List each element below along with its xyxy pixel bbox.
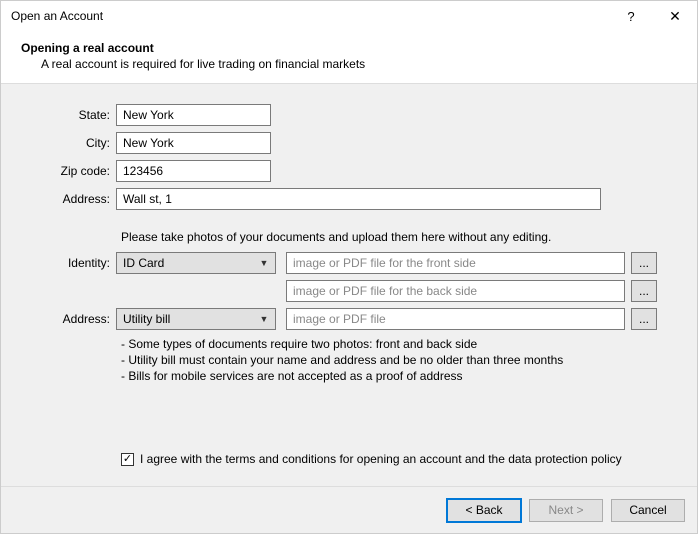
docs-instruction: Please take photos of your documents and… bbox=[121, 230, 657, 244]
city-input[interactable] bbox=[116, 132, 271, 154]
address-doc-browse-button[interactable]: ... bbox=[631, 308, 657, 330]
address-label: Address: bbox=[41, 192, 116, 206]
window-title: Open an Account bbox=[11, 9, 609, 23]
address-doc-label: Address: bbox=[41, 312, 116, 326]
chevron-down-icon: ▼ bbox=[259, 314, 269, 324]
header: Opening a real account A real account is… bbox=[1, 31, 697, 83]
chevron-down-icon: ▼ bbox=[259, 258, 269, 268]
agree-row: ✓ I agree with the terms and conditions … bbox=[121, 452, 622, 466]
agree-label: I agree with the terms and conditions fo… bbox=[140, 452, 622, 466]
docs-note-1: - Some types of documents require two ph… bbox=[121, 336, 657, 352]
page-subtitle: A real account is required for live trad… bbox=[21, 57, 677, 71]
address-doc-file-input[interactable]: image or PDF file bbox=[286, 308, 625, 330]
titlebar: Open an Account ? ✕ bbox=[1, 1, 697, 31]
address-doc-select-value: Utility bill bbox=[123, 312, 259, 326]
close-button[interactable]: ✕ bbox=[653, 1, 697, 31]
zip-input[interactable] bbox=[116, 160, 271, 182]
identity-back-file-input[interactable]: image or PDF file for the back side bbox=[286, 280, 625, 302]
help-button[interactable]: ? bbox=[609, 1, 653, 31]
cancel-button[interactable]: Cancel bbox=[611, 499, 685, 522]
form-body: State: City: Zip code: Address: Please t… bbox=[1, 83, 697, 487]
state-label: State: bbox=[41, 108, 116, 122]
zip-label: Zip code: bbox=[41, 164, 116, 178]
identity-back-browse-button[interactable]: ... bbox=[631, 280, 657, 302]
identity-front-browse-button[interactable]: ... bbox=[631, 252, 657, 274]
agree-checkbox[interactable]: ✓ bbox=[121, 453, 134, 466]
city-label: City: bbox=[41, 136, 116, 150]
identity-label: Identity: bbox=[41, 256, 116, 270]
docs-note-2: - Utility bill must contain your name an… bbox=[121, 352, 657, 368]
address-input[interactable] bbox=[116, 188, 601, 210]
docs-notes: - Some types of documents require two ph… bbox=[121, 336, 657, 385]
state-input[interactable] bbox=[116, 104, 271, 126]
identity-select-value: ID Card bbox=[123, 256, 259, 270]
check-icon: ✓ bbox=[123, 454, 132, 465]
footer: < Back Next > Cancel bbox=[1, 487, 697, 533]
docs-note-3: - Bills for mobile services are not acce… bbox=[121, 368, 657, 384]
dialog-window: Open an Account ? ✕ Opening a real accou… bbox=[0, 0, 698, 534]
page-title: Opening a real account bbox=[21, 41, 677, 55]
identity-front-file-input[interactable]: image or PDF file for the front side bbox=[286, 252, 625, 274]
back-button[interactable]: < Back bbox=[447, 499, 521, 522]
next-button[interactable]: Next > bbox=[529, 499, 603, 522]
address-doc-select[interactable]: Utility bill ▼ bbox=[116, 308, 276, 330]
identity-select[interactable]: ID Card ▼ bbox=[116, 252, 276, 274]
